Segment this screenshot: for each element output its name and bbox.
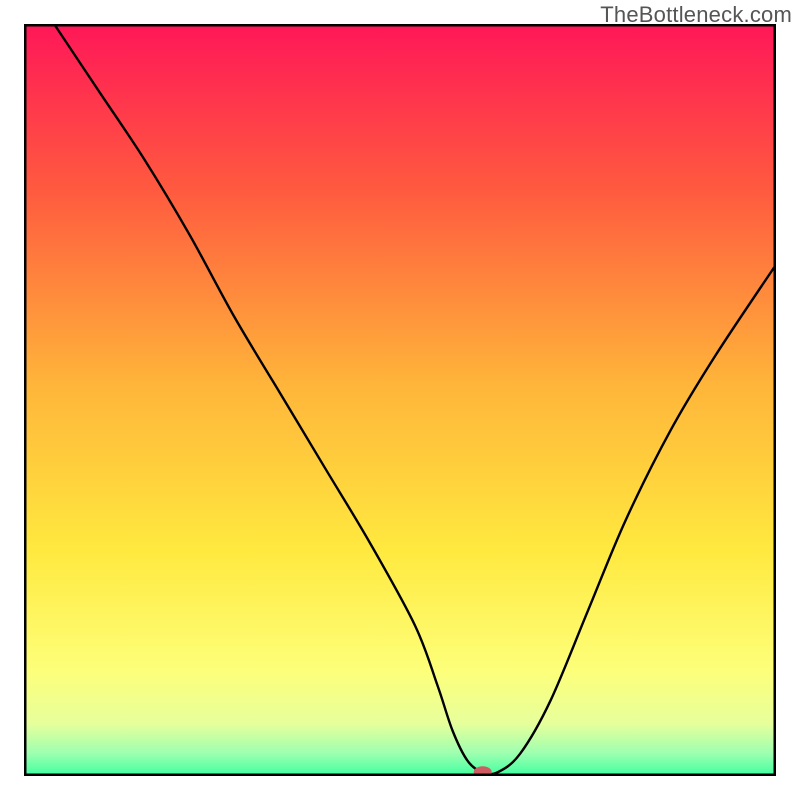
plot-background-gradient	[24, 24, 776, 776]
watermark-text: TheBottleneck.com	[600, 2, 792, 28]
chart-container: TheBottleneck.com	[0, 0, 800, 800]
plot-svg	[24, 24, 776, 776]
plot-frame	[24, 24, 776, 776]
